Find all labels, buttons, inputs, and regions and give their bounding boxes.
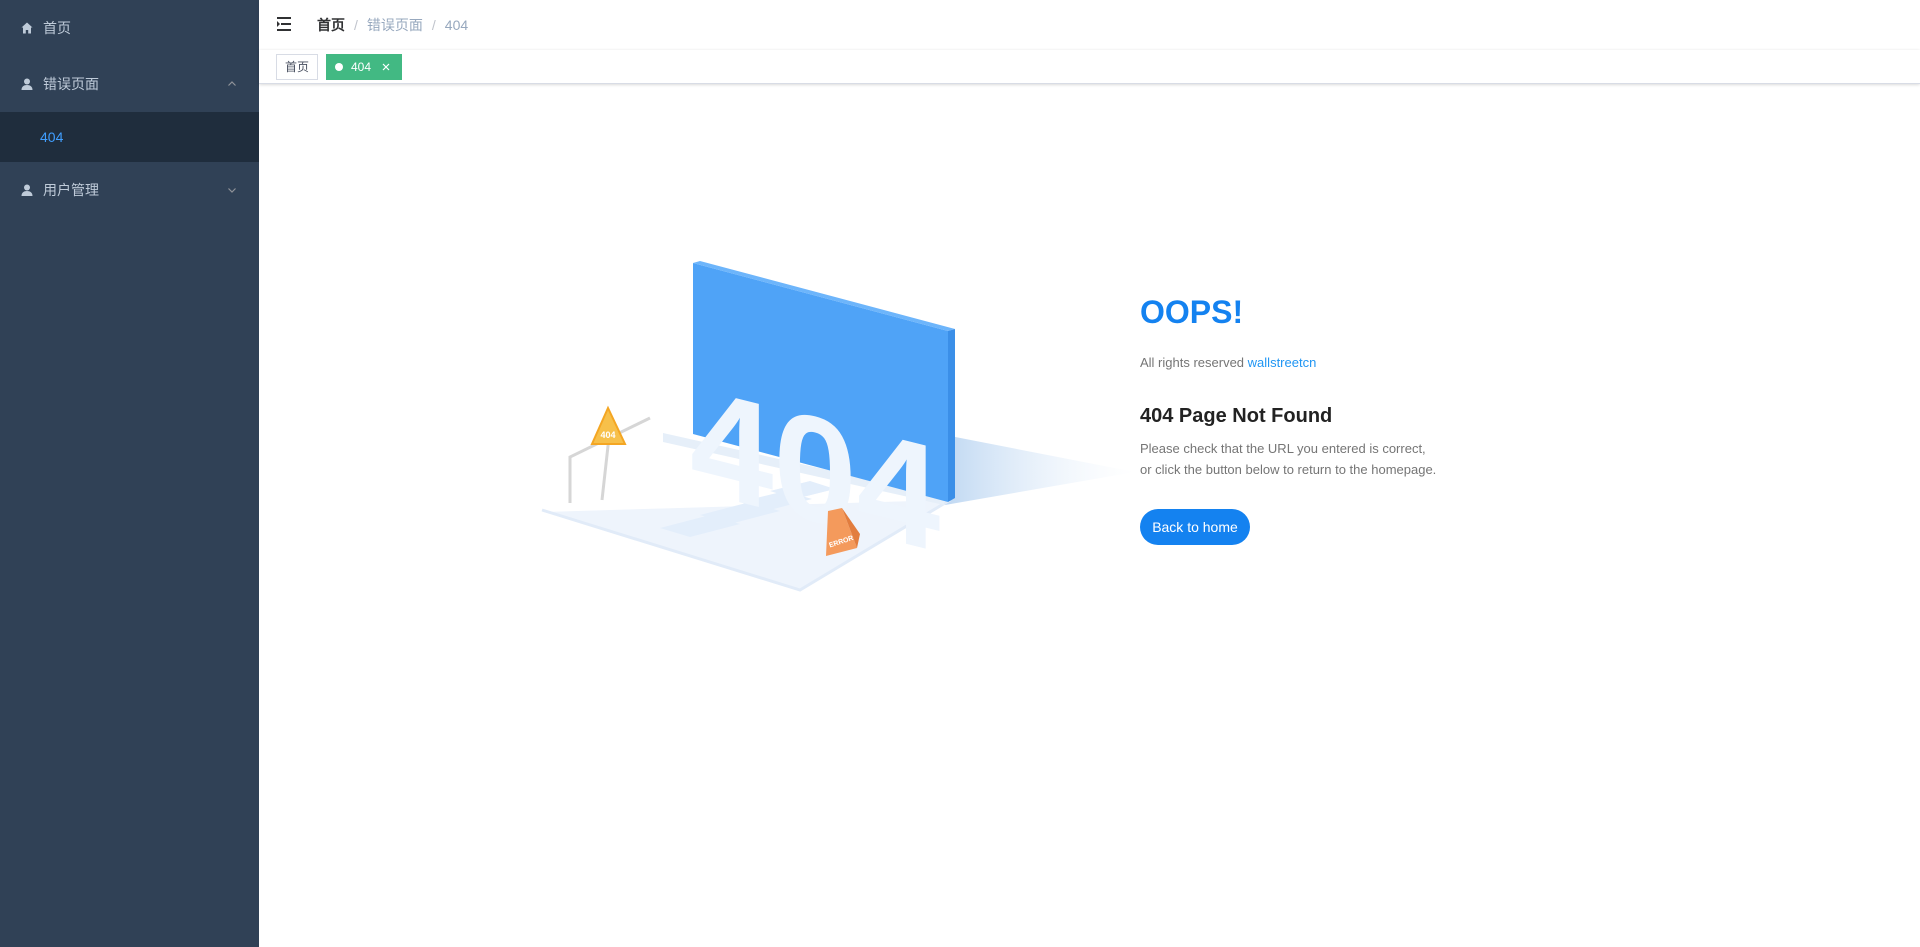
copyright-info: All rights reserved wallstreetcn — [1140, 354, 1316, 372]
breadcrumb-item-current: 404 — [444, 17, 469, 33]
hamburger-icon[interactable] — [274, 13, 296, 35]
close-icon[interactable] — [379, 60, 393, 74]
tag-home[interactable]: 首页 — [276, 54, 319, 80]
page-not-found-headline: 404 Page Not Found — [1140, 405, 1333, 427]
404-illustration: 404 404 ERROR — [541, 261, 1135, 592]
chevron-up-icon — [225, 77, 239, 91]
user-icon — [20, 77, 34, 91]
sidebar-item-user-management[interactable]: 用户管理 — [0, 162, 259, 218]
tag-label: 首页 — [285, 60, 310, 74]
sidebar-subitem-404[interactable]: 404 — [0, 112, 259, 162]
tag-404[interactable]: 404 — [326, 54, 403, 80]
home-icon — [20, 21, 34, 35]
error-message: Please check that the URL you entered is… — [1140, 438, 1460, 480]
breadcrumb: 首页 / 错误页面 / 404 — [317, 0, 468, 50]
tag-label: 404 — [351, 60, 372, 74]
navbar: 首页 / 错误页面 / 404 — [259, 0, 1920, 50]
sidebar: 首页 错误页面 404 用户管理 — [0, 0, 259, 947]
sidebar-subitem-label: 404 — [40, 129, 64, 145]
copyright-text: All rights reserved — [1140, 355, 1245, 370]
light-beam — [945, 435, 1135, 505]
error-message-line: Please check that the URL you entered is… — [1140, 441, 1426, 456]
error-message-line: or click the button below to return to t… — [1140, 462, 1437, 477]
back-to-home-button[interactable]: Back to home — [1140, 509, 1250, 545]
tags-view: 首页 404 — [259, 50, 1920, 84]
breadcrumb-separator: / — [431, 17, 436, 33]
breadcrumb-item-error-pages[interactable]: 错误页面 — [367, 15, 423, 35]
sidebar-item-label: 首页 — [43, 20, 71, 36]
breadcrumb-separator: / — [354, 17, 358, 33]
breadcrumb-item-home[interactable]: 首页 — [317, 15, 345, 35]
chevron-down-icon — [225, 183, 239, 197]
warning-sign-text: 404 — [600, 430, 615, 440]
sidebar-item-label: 错误页面 — [43, 76, 99, 92]
sidebar-item-label: 用户管理 — [43, 182, 99, 198]
user-icon — [20, 183, 34, 197]
sidebar-item-error-pages[interactable]: 错误页面 — [0, 56, 259, 112]
sidebar-item-home[interactable]: 首页 — [0, 0, 259, 56]
active-dot-icon — [335, 63, 343, 71]
oops-title: OOPS! — [1140, 294, 1244, 330]
copyright-link[interactable]: wallstreetcn — [1248, 355, 1317, 370]
